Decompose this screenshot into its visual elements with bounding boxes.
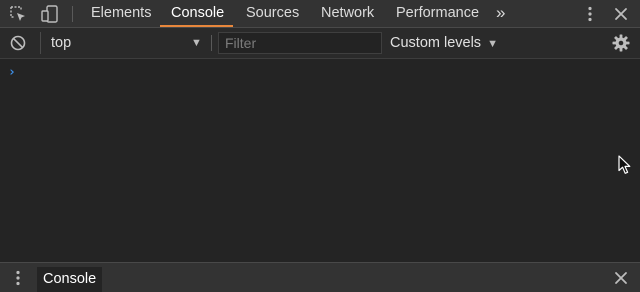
tab-performance[interactable]: Performance (396, 0, 479, 27)
filter-input[interactable] (218, 32, 382, 54)
context-value: top (51, 35, 72, 51)
inspect-icon[interactable] (8, 4, 28, 24)
close-icon[interactable] (611, 4, 631, 24)
dropdown-arrow-icon: ▼ (191, 37, 202, 49)
mouse-cursor-icon (618, 155, 631, 174)
tab-console[interactable]: Console (171, 0, 224, 27)
kebab-menu-icon[interactable] (580, 4, 600, 24)
tab-network[interactable]: Network (321, 0, 374, 27)
levels-dropdown-arrow-icon: ▼ (487, 38, 498, 50)
toolbar-separator (211, 35, 212, 51)
console-output-area[interactable]: › (0, 59, 640, 262)
settings-gear-icon[interactable] (611, 33, 631, 53)
tabbar-separator (72, 6, 73, 22)
devtools-tabbar: Elements Console Sources Network Perform… (0, 0, 640, 28)
console-toolbar: top ▼ Custom levels ▼ (0, 28, 640, 59)
active-tab-indicator (160, 25, 233, 27)
tab-sources[interactable]: Sources (246, 0, 299, 27)
drawer-menu-icon[interactable] (8, 268, 28, 288)
devtools-window: Elements Console Sources Network Perform… (0, 0, 640, 292)
log-levels-dropdown[interactable]: Custom levels ▼ (390, 32, 498, 54)
drawer-tab-console[interactable]: Console (37, 267, 103, 292)
context-selector[interactable]: top ▼ (40, 32, 208, 54)
more-tabs-button[interactable]: » (496, 0, 505, 27)
clear-console-icon[interactable] (8, 33, 28, 53)
tab-elements[interactable]: Elements (91, 0, 151, 27)
log-levels-label: Custom levels (390, 35, 482, 51)
device-toggle-icon[interactable] (40, 4, 60, 24)
drawer-bar: Console (0, 262, 640, 292)
drawer-close-icon[interactable] (611, 268, 631, 288)
console-prompt-icon[interactable]: › (8, 65, 16, 81)
